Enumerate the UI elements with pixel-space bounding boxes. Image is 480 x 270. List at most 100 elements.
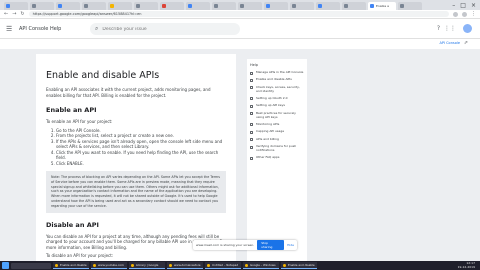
os-taskbar: Enable and disable www.youtube.com Library…	[0, 261, 480, 270]
stop-sharing-button[interactable]: Stop sharing	[257, 240, 285, 250]
open-external-icon[interactable]: ⇗	[464, 40, 468, 46]
browser-tab[interactable]	[108, 2, 132, 10]
app-icon	[283, 263, 286, 267]
taskbar-app-button[interactable]: www.youtube.com	[91, 262, 127, 269]
avatar[interactable]	[463, 24, 472, 33]
help-panel-item[interactable]: Verifying domains for push notifications	[250, 144, 304, 153]
help-panel-item[interactable]: Other FAQ apps	[250, 155, 304, 160]
tab-favicon-icon	[136, 4, 140, 8]
app-icon	[207, 263, 210, 267]
disable-lead: To disable an API for your project:	[46, 253, 114, 259]
help-panel-item[interactable]: Capping API usage	[250, 130, 304, 134]
help-panel-item[interactable]: Best practices for securely using API ke…	[250, 111, 304, 120]
tab-favicon-icon	[58, 4, 62, 8]
maximize-icon[interactable]: □	[460, 2, 466, 10]
tab-favicon-icon	[214, 4, 218, 8]
document-icon	[250, 78, 253, 82]
forward-icon[interactable]: →	[12, 10, 16, 19]
browser-menu-icon[interactable]: ⋮	[471, 10, 476, 19]
help-panel-item[interactable]: APIs and billing	[250, 136, 304, 142]
help-panel-item[interactable]: Setting up API keys	[250, 104, 304, 108]
help-item-label: Verifying domains for push notifications	[256, 144, 297, 152]
browser-tab[interactable]	[212, 2, 236, 10]
browser-tab[interactable]	[160, 2, 184, 10]
address-bar: ← → ↻ https://support.google.com/googlea…	[0, 10, 480, 19]
taskbar-item-label: Untitled – Notepad	[212, 263, 239, 267]
enable-lead: To enable an API for your project:	[46, 119, 113, 124]
help-icon[interactable]: ?	[437, 25, 440, 32]
taskbar-app-button[interactable]: Library | Google	[129, 262, 165, 269]
help-panel-item[interactable]: Monitoring APIs	[250, 121, 304, 127]
tab-favicon-icon	[84, 4, 88, 8]
document-icon	[250, 138, 253, 142]
reload-icon[interactable]: ↻	[20, 10, 24, 19]
browser-tab[interactable]	[30, 2, 54, 10]
help-item-label: Setting up API keys	[256, 103, 285, 108]
apps-grid-icon[interactable]: ⋮⋮	[444, 25, 456, 32]
help-side-panel: Help Manage APIs in the API Console Enabl…	[247, 59, 307, 261]
help-item-label: Manage APIs in the API Console	[256, 70, 304, 74]
url-field[interactable]: https://support.google.com/googleapi/ans…	[28, 11, 449, 17]
help-panel-item[interactable]: Manage APIs in the API Console	[250, 70, 304, 75]
help-item-label: APIs and billing	[256, 136, 279, 141]
search-icon[interactable]: ⌕	[95, 25, 98, 33]
browser-tab[interactable]	[290, 2, 314, 10]
tab-favicon-icon	[32, 4, 36, 8]
extension-icon[interactable]	[453, 11, 458, 17]
document-icon	[250, 145, 253, 149]
help-panel-item[interactable]: Setting up OAuth 2.0	[250, 95, 304, 101]
browser-tab[interactable]	[342, 2, 366, 10]
help-item-label: Capping API usage	[256, 129, 285, 134]
document-icon	[250, 156, 253, 160]
help-item-label: Monitoring APIs	[256, 121, 280, 126]
browser-tab[interactable]: Enable a	[368, 2, 396, 10]
back-icon[interactable]: ←	[4, 10, 8, 19]
browser-tab[interactable]	[82, 2, 106, 10]
taskbar-app-button[interactable]: www.domainsstore	[167, 262, 203, 269]
app-title[interactable]: API Console Help	[19, 26, 61, 32]
browser-tab[interactable]	[134, 2, 158, 10]
screen-share-bar: www.meet.com is sharing your screen. Sto…	[193, 240, 297, 250]
hide-button[interactable]: Hide	[287, 243, 294, 247]
app-icon	[131, 263, 134, 267]
minimize-icon[interactable]: –	[452, 2, 455, 10]
taskbar-item-label: Google – Windows	[250, 263, 276, 267]
system-tray-clock[interactable]: 12:17 19-12-2019	[457, 261, 478, 269]
taskbar-app-button[interactable]: Enable and disable	[53, 262, 89, 269]
search-box[interactable]: ⌕	[90, 23, 240, 35]
tab-favicon-icon	[292, 4, 296, 8]
help-item-label: Other FAQ apps	[256, 155, 280, 160]
taskbar-app-button[interactable]: Untitled – Notepad	[205, 262, 241, 269]
hamburger-menu-icon[interactable]: ☰	[6, 25, 16, 33]
taskbar-app-button[interactable]: Enable and disable	[281, 262, 317, 269]
taskbar-app-button[interactable]: Google – Windows	[243, 262, 279, 269]
profile-icon[interactable]	[462, 11, 467, 17]
browser-tab[interactable]	[264, 2, 288, 10]
document-icon	[250, 130, 253, 134]
tab-favicon-icon	[6, 4, 10, 8]
help-item-label: Enable and disable APIs	[256, 77, 292, 82]
search-input[interactable]	[102, 26, 223, 32]
help-item-label: Setting up OAuth 2.0	[256, 95, 288, 100]
browser-tab[interactable]	[56, 2, 80, 10]
help-panel-heading: Help	[250, 63, 258, 67]
taskbar-search[interactable]	[11, 262, 51, 269]
sub-header: API Console ⇗	[0, 39, 480, 49]
start-menu-icon[interactable]	[2, 262, 9, 269]
step-item: If the APIs & services page isn't alread…	[56, 139, 226, 150]
browser-tab-strip: Enable a – □ ×	[0, 0, 480, 10]
help-panel-item[interactable]: Check keys, access, security, and identi…	[250, 85, 304, 94]
browser-tab[interactable]	[316, 2, 340, 10]
browser-tab[interactable]	[398, 2, 422, 10]
app-icon	[55, 263, 58, 267]
clock-date: 19-12-2019	[457, 264, 475, 269]
document-icon	[250, 112, 253, 116]
browser-tab[interactable]	[238, 2, 262, 10]
api-console-link[interactable]: API Console	[439, 41, 460, 45]
tab-label: Enable a	[376, 4, 390, 8]
tab-favicon-icon	[162, 4, 166, 8]
help-center-header: ☰ API Console Help ⌕ ? ⋮⋮	[0, 19, 480, 39]
browser-tab[interactable]	[186, 2, 210, 10]
app-icon	[93, 263, 96, 267]
help-panel-item[interactable]: Enable and disable APIs	[250, 78, 304, 82]
